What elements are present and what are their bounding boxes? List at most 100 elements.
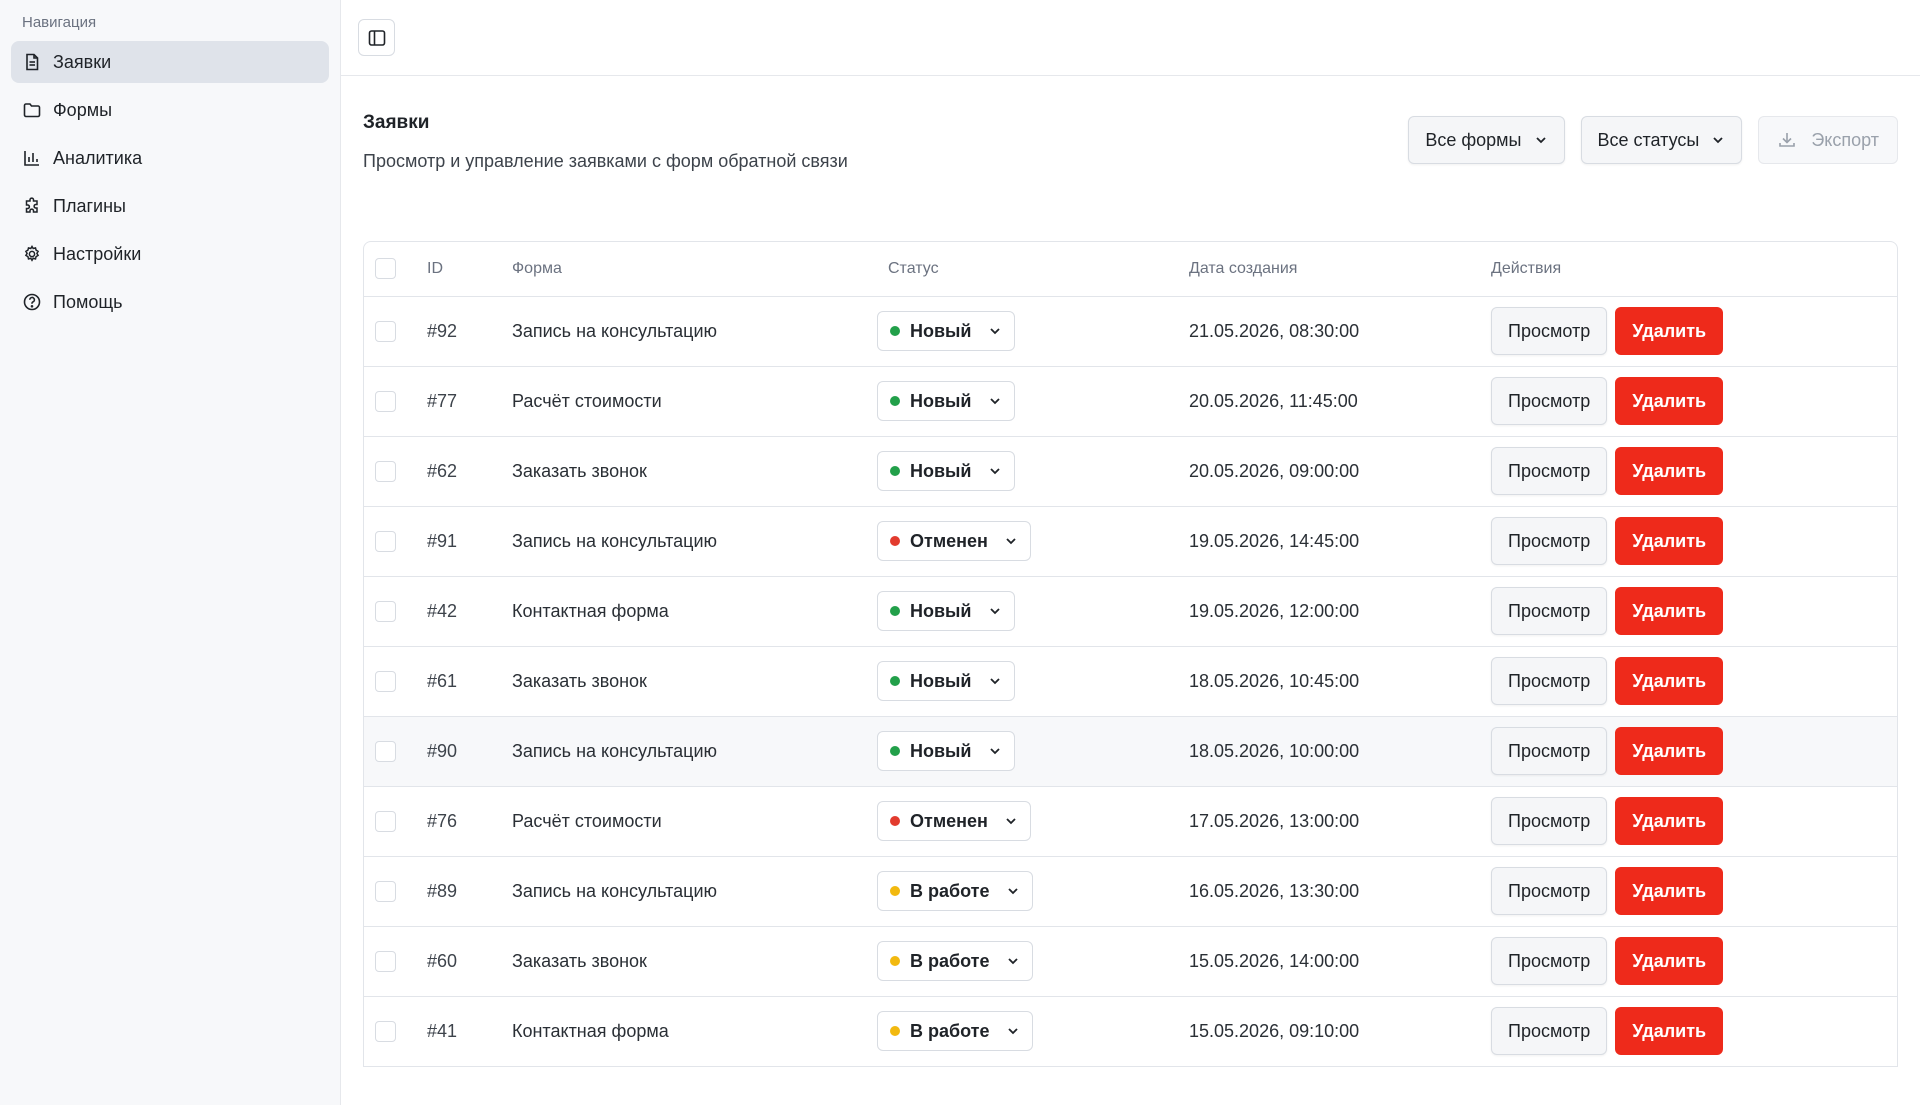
- row-checkbox[interactable]: [375, 1020, 396, 1042]
- delete-button[interactable]: Удалить: [1615, 727, 1724, 775]
- row-status-cell: Новый: [877, 716, 1189, 787]
- sidebar-item-0[interactable]: Заявки: [11, 41, 329, 83]
- row-actions: Просмотр Удалить: [1491, 366, 1897, 437]
- status-select[interactable]: Новый: [877, 451, 1015, 491]
- row-status-cell: Новый: [877, 576, 1189, 647]
- delete-button[interactable]: Удалить: [1615, 517, 1724, 565]
- sidebar: Навигация Заявки Формы Аналитика Плагины Нас…: [0, 0, 341, 1105]
- row-form-name: Запись на консультацию: [512, 296, 888, 367]
- view-button[interactable]: Просмотр: [1491, 657, 1608, 705]
- row-actions: Просмотр Удалить: [1491, 786, 1897, 857]
- view-button[interactable]: Просмотр: [1491, 797, 1608, 845]
- row-actions: Просмотр Удалить: [1491, 856, 1897, 927]
- chevron-down-icon: [989, 608, 1000, 615]
- sidebar-nav: Заявки Формы Аналитика Плагины Настройки Помо…: [11, 41, 329, 323]
- delete-button[interactable]: Удалить: [1615, 657, 1724, 705]
- sidebar-item-2[interactable]: Аналитика: [11, 137, 329, 179]
- toggle-sidebar-button[interactable]: [358, 19, 395, 56]
- view-button[interactable]: Просмотр: [1491, 587, 1608, 635]
- delete-button[interactable]: Удалить: [1615, 797, 1724, 845]
- row-id: #61: [427, 646, 512, 717]
- row-actions: Просмотр Удалить: [1491, 576, 1897, 647]
- chevron-down-icon: [1007, 958, 1018, 965]
- column-header-date[interactable]: Дата создания: [1189, 242, 1491, 297]
- header-actions: Все формы Все статусы Экспорт: [1408, 112, 1898, 164]
- row-checkbox[interactable]: [375, 460, 396, 482]
- row-id: #42: [427, 576, 512, 647]
- delete-button[interactable]: Удалить: [1615, 377, 1724, 425]
- row-checkbox[interactable]: [375, 320, 396, 342]
- column-header-status[interactable]: Статус: [888, 242, 1189, 297]
- page-heading-block: Заявки Просмотр и управление заявками с …: [363, 112, 848, 172]
- row-actions: Просмотр Удалить: [1491, 646, 1897, 717]
- sidebar-item-4[interactable]: Настройки: [11, 233, 329, 275]
- view-button[interactable]: Просмотр: [1491, 307, 1608, 355]
- row-select-cell: [364, 996, 427, 1067]
- forms-filter-select[interactable]: Все формы: [1408, 116, 1565, 164]
- view-button[interactable]: Просмотр: [1491, 727, 1608, 775]
- status-select[interactable]: Новый: [877, 381, 1015, 421]
- delete-button[interactable]: Удалить: [1615, 587, 1724, 635]
- row-checkbox[interactable]: [375, 390, 396, 412]
- table-body: #92 Запись на консультацию Новый 21.05.2026…: [364, 296, 1897, 1067]
- status-filter-label: Все статусы: [1597, 129, 1700, 150]
- status-filter-select[interactable]: Все статусы: [1580, 116, 1743, 164]
- status-dot: [890, 956, 900, 966]
- view-button[interactable]: Просмотр: [1491, 377, 1608, 425]
- sidebar-item-3[interactable]: Плагины: [11, 185, 329, 227]
- view-button[interactable]: Просмотр: [1491, 867, 1608, 915]
- status-dot: [890, 606, 900, 616]
- table-row: #62 Заказать звонок Новый 20.05.2026, 09:00…: [364, 436, 1897, 507]
- chevron-down-icon: [989, 468, 1000, 475]
- status-select[interactable]: Отменен: [877, 521, 1031, 561]
- status-label: Новый: [910, 320, 972, 341]
- status-select[interactable]: В работе: [877, 941, 1033, 981]
- status-dot: [890, 746, 900, 756]
- row-checkbox[interactable]: [375, 740, 396, 762]
- column-header-id[interactable]: ID: [427, 242, 512, 297]
- status-select[interactable]: Новый: [877, 661, 1015, 701]
- row-form-name: Расчёт стоимости: [512, 786, 888, 857]
- row-select-cell: [364, 646, 427, 717]
- row-id: #91: [427, 506, 512, 577]
- row-form-name: Запись на консультацию: [512, 716, 888, 787]
- row-status-cell: В работе: [877, 856, 1189, 927]
- sidebar-item-1[interactable]: Формы: [11, 89, 329, 131]
- status-select[interactable]: В работе: [877, 871, 1033, 911]
- row-checkbox[interactable]: [375, 810, 396, 832]
- delete-button[interactable]: Удалить: [1615, 307, 1724, 355]
- view-button[interactable]: Просмотр: [1491, 517, 1608, 565]
- row-checkbox[interactable]: [375, 530, 396, 552]
- sidebar-heading: Навигация: [22, 14, 97, 31]
- status-select[interactable]: Отменен: [877, 801, 1031, 841]
- row-checkbox[interactable]: [375, 880, 396, 902]
- status-select[interactable]: Новый: [877, 311, 1015, 351]
- row-id: #89: [427, 856, 512, 927]
- delete-button[interactable]: Удалить: [1615, 1007, 1724, 1055]
- table-row: #61 Заказать звонок Новый 18.05.2026, 10:45…: [364, 646, 1897, 717]
- export-button[interactable]: Экспорт: [1758, 116, 1898, 164]
- row-date: 21.05.2026, 08:30:00: [1189, 296, 1491, 367]
- download-icon: [1779, 133, 1796, 147]
- view-button[interactable]: Просмотр: [1491, 447, 1608, 495]
- status-label: В работе: [910, 950, 990, 971]
- status-select[interactable]: Новый: [877, 731, 1015, 771]
- table-row: #77 Расчёт стоимости Новый 20.05.2026, 11:4…: [364, 366, 1897, 437]
- row-checkbox[interactable]: [375, 670, 396, 692]
- delete-button[interactable]: Удалить: [1615, 937, 1724, 985]
- row-status-cell: Новый: [877, 436, 1189, 507]
- view-button[interactable]: Просмотр: [1491, 1007, 1608, 1055]
- view-button[interactable]: Просмотр: [1491, 937, 1608, 985]
- row-checkbox[interactable]: [375, 950, 396, 972]
- row-checkbox[interactable]: [375, 600, 396, 622]
- column-header-form[interactable]: Форма: [512, 242, 888, 297]
- sidebar-item-5[interactable]: Помощь: [11, 281, 329, 323]
- delete-button[interactable]: Удалить: [1615, 867, 1724, 915]
- export-label: Экспорт: [1811, 129, 1879, 150]
- select-all-checkbox[interactable]: [375, 258, 396, 280]
- table-row: #41 Контактная форма В работе 15.05.2026, 0…: [364, 996, 1897, 1067]
- status-select[interactable]: Новый: [877, 591, 1015, 631]
- sidebar-toggle-icon: [368, 29, 385, 46]
- delete-button[interactable]: Удалить: [1615, 447, 1724, 495]
- status-select[interactable]: В работе: [877, 1011, 1033, 1051]
